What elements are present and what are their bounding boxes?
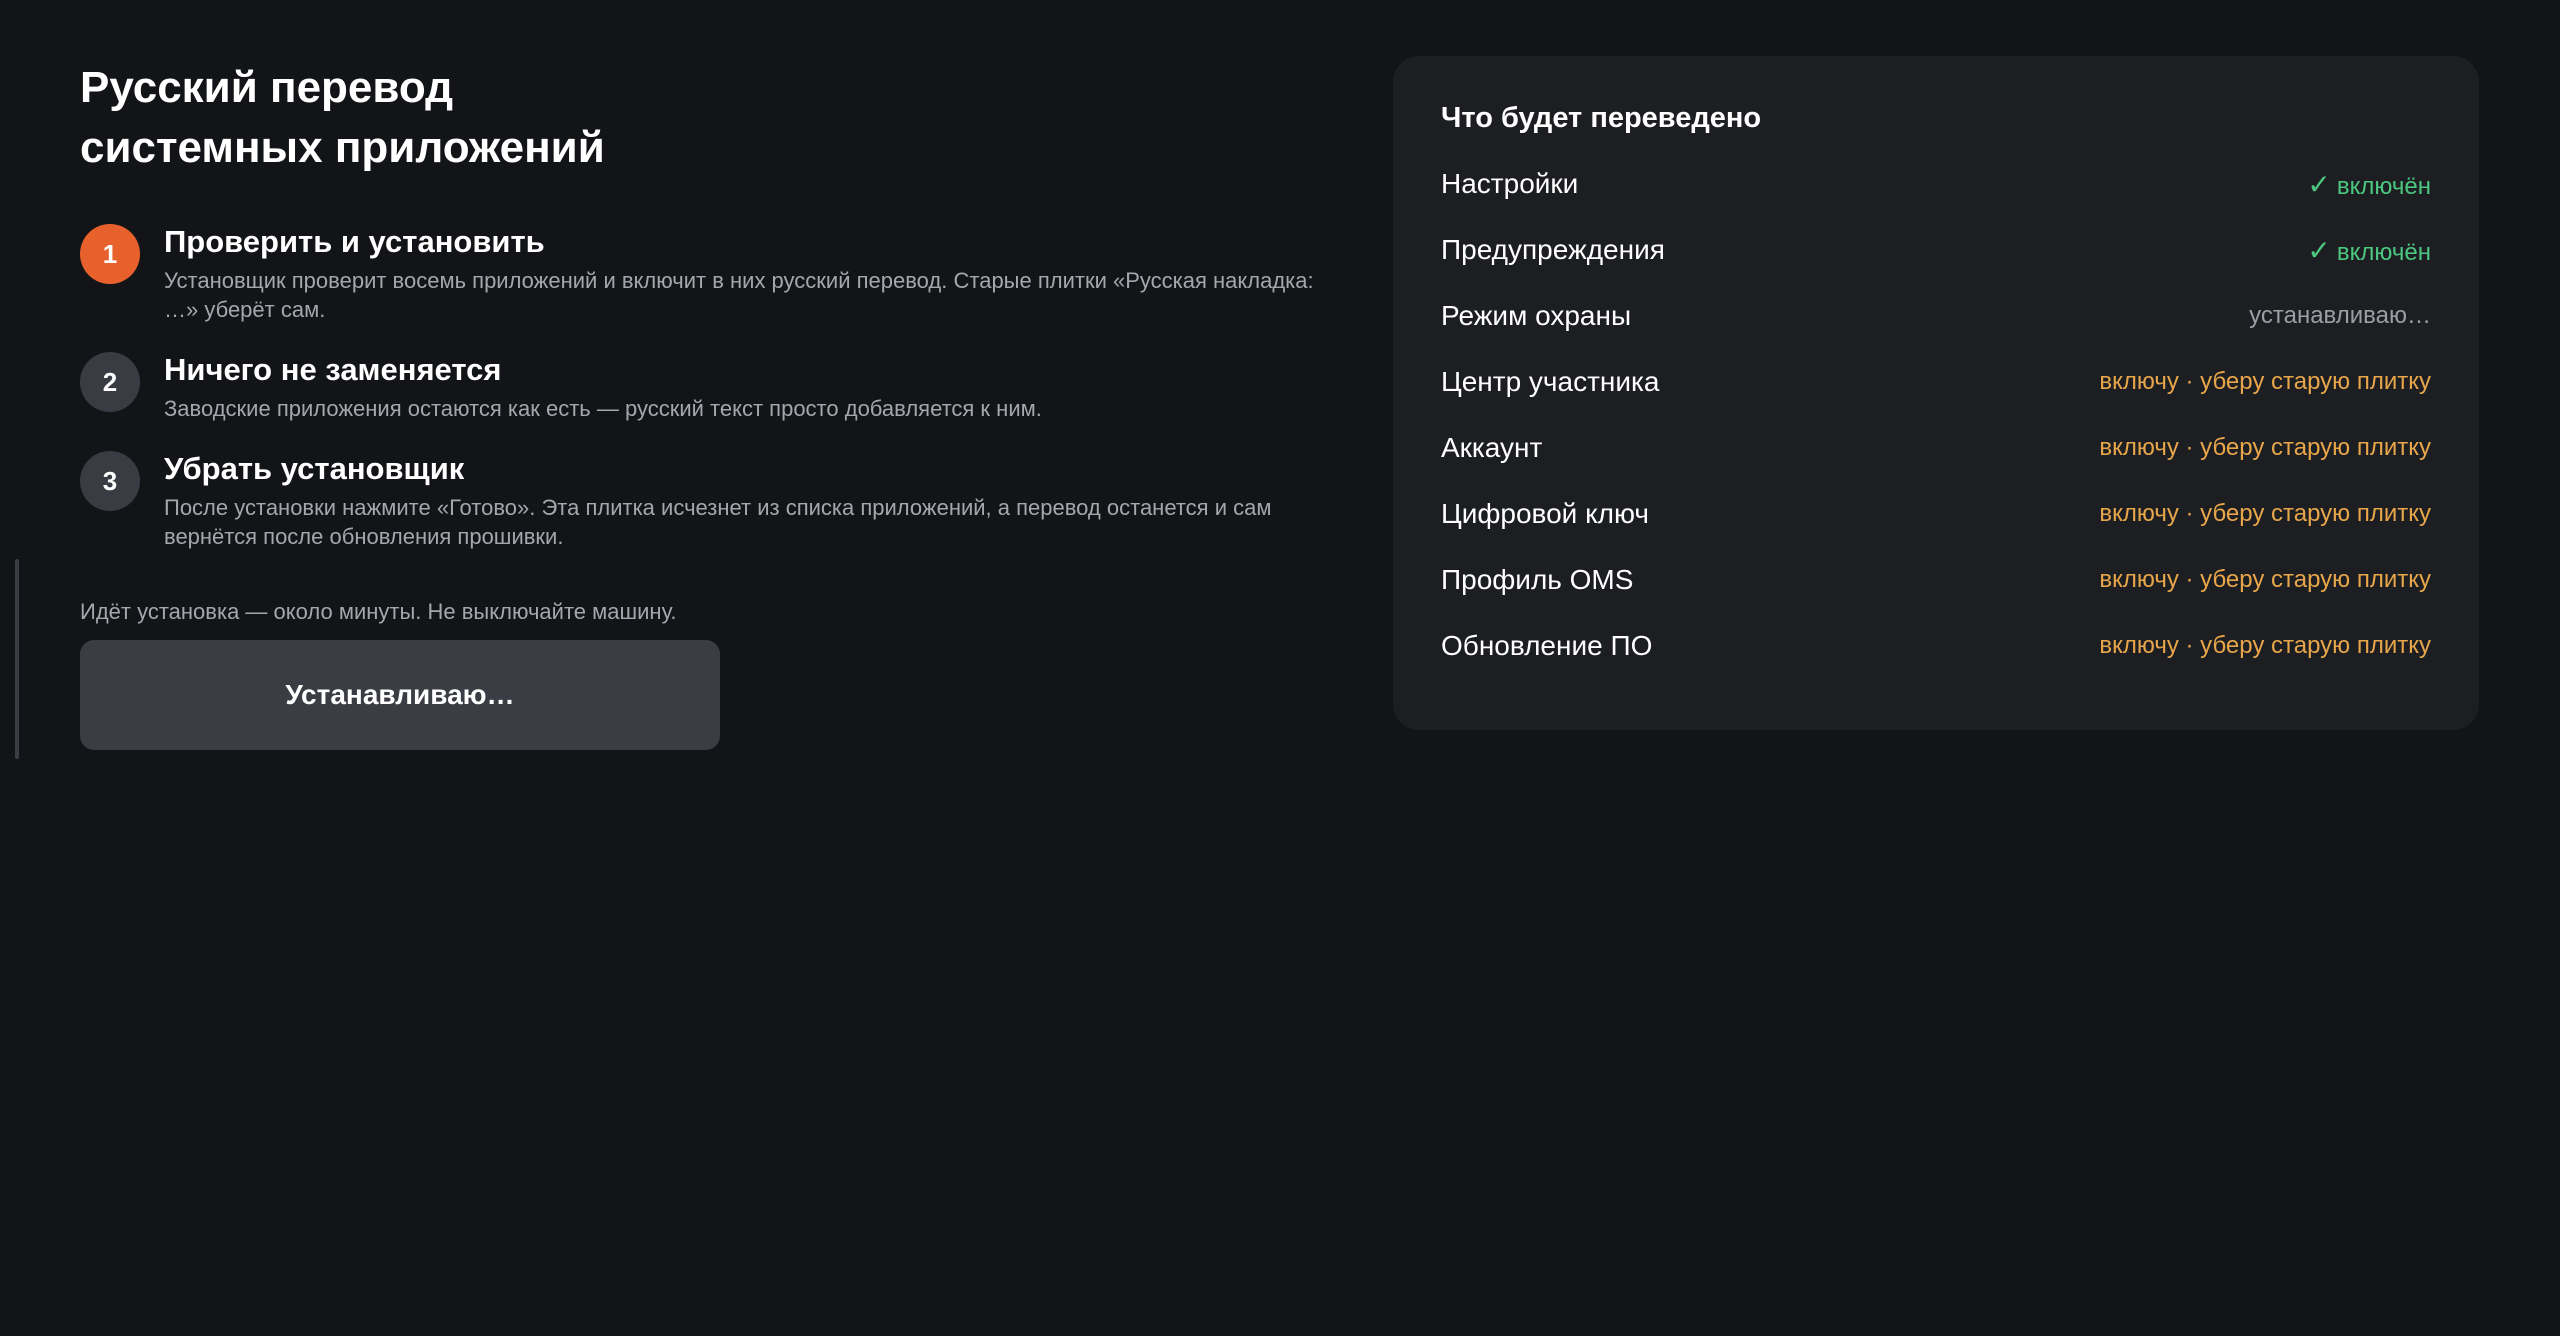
app-name: Профиль OMS: [1441, 564, 1634, 595]
app-status: включу · уберу старую плитку: [2099, 632, 2431, 659]
page-title-line-2: системных приложений: [80, 123, 605, 172]
page-title-line-1: Русский перевод: [80, 63, 454, 112]
app-row: Центр участника включу · уберу старую пл…: [1441, 349, 2431, 415]
check-icon: ✓: [2307, 234, 2331, 266]
app-row: Цифровой ключ включу · уберу старую плит…: [1441, 481, 2431, 547]
app-status: ✓ включён: [2307, 234, 2431, 267]
app-row: Режим охраны устанавливаю…: [1441, 283, 2431, 349]
check-icon: ✓: [2307, 168, 2331, 200]
app-name: Настройки: [1441, 168, 1579, 199]
app-status: включу · уберу старую плитку: [2099, 500, 2431, 527]
app-status: включу · уберу старую плитку: [2099, 368, 2431, 395]
app-row: Аккаунт включу · уберу старую плитку: [1441, 415, 2431, 481]
installer-panel: Русский перевод системных приложений 1 П…: [80, 58, 1330, 750]
app-name: Цифровой ключ: [1441, 498, 1649, 529]
app-row: Предупреждения ✓ включён: [1441, 217, 2431, 283]
app-row: Обновление ПО включу · уберу старую плит…: [1441, 613, 2431, 679]
install-progress-note: Идёт установка — около минуты. Не выключ…: [80, 599, 677, 624]
app-name: Центр участника: [1441, 366, 1660, 397]
app-list: Настройки ✓ включён Предупреждения ✓ включ…: [1441, 151, 2431, 679]
app-name: Аккаунт: [1441, 432, 1543, 463]
app-status-text: включён: [2336, 238, 2431, 266]
step-item: 1 Проверить и установить Установщик пров…: [80, 222, 1330, 324]
step-number-badge: 2: [80, 352, 140, 412]
step-title: Убрать установщик: [164, 451, 465, 486]
install-button[interactable]: Устанавливаю…: [80, 640, 720, 750]
step-item: 2 Ничего не заменяется Заводские приложе…: [80, 350, 1330, 423]
app-name: Предупреждения: [1441, 234, 1665, 265]
step-title: Проверить и установить: [164, 224, 545, 259]
app-status: ✓ включён: [2307, 168, 2431, 201]
app-row: Настройки ✓ включён: [1441, 151, 2431, 217]
scroll-indicator[interactable]: [15, 559, 19, 759]
page-title: Русский перевод системных приложений: [80, 58, 1330, 178]
step-title: Ничего не заменяется: [164, 352, 502, 387]
app-row: Профиль OMS включу · уберу старую плитку: [1441, 547, 2431, 613]
step-description: Заводские приложения остаются как есть —…: [164, 396, 1042, 421]
app-name: Режим охраны: [1441, 300, 1632, 331]
app-status: включу · уберу старую плитку: [2099, 566, 2431, 593]
step-number-badge: 3: [80, 451, 140, 511]
step-number-badge: 1: [80, 224, 140, 284]
steps-list: 1 Проверить и установить Установщик пров…: [80, 222, 1330, 551]
translation-summary-card: Что будет переведено Настройки ✓ включён …: [1393, 56, 2479, 730]
step-description: После установки нажмите «Готово». Эта пл…: [164, 495, 1272, 549]
app-status: устанавливаю…: [2249, 302, 2431, 329]
step-item: 3 Убрать установщик После установки нажм…: [80, 449, 1330, 551]
step-description: Установщик проверит восемь приложений и …: [164, 268, 1314, 322]
app-name: Обновление ПО: [1441, 630, 1653, 661]
card-title: Что будет переведено: [1441, 102, 1762, 134]
app-status-text: включён: [2336, 172, 2431, 200]
app-status: включу · уберу старую плитку: [2099, 434, 2431, 461]
